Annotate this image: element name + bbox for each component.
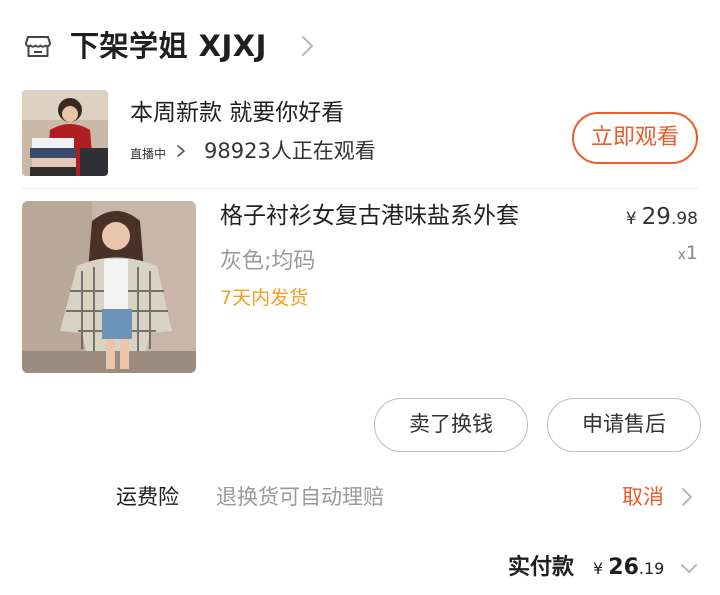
chevron-right-small-icon: [174, 141, 188, 161]
sell-button[interactable]: 卖了换钱: [374, 398, 528, 452]
product-title[interactable]: 格子衬衫女复古港味盐系外套: [220, 198, 519, 234]
shipping-insurance-label: 运费险: [116, 485, 179, 509]
product-variant: 灰色;均码: [220, 249, 316, 274]
viewer-count: 98923人正在观看: [204, 139, 376, 163]
store-name[interactable]: 下架学姐 XJXJ: [70, 24, 267, 68]
live-status-label: 直播中: [130, 147, 167, 161]
chevron-right-icon[interactable]: [296, 34, 318, 58]
shipping-notice: 7天内发货: [220, 287, 309, 309]
product-quantity: x1: [677, 242, 698, 264]
live-title: 本周新款 就要你好看: [130, 100, 345, 126]
after-sale-button[interactable]: 申请售后: [547, 398, 701, 452]
paid-amount: ¥ 26.19: [593, 555, 665, 580]
watch-now-button[interactable]: 立即观看: [572, 112, 698, 164]
product-price: ¥ 29.98: [625, 204, 698, 230]
shipping-insurance-description: 退换货可自动理赔: [216, 485, 384, 509]
store-icon: [24, 32, 52, 60]
product-image[interactable]: [22, 201, 196, 373]
divider: [22, 188, 698, 189]
chevron-right-icon[interactable]: [678, 485, 696, 509]
live-stream-thumbnail[interactable]: [22, 90, 108, 176]
cancel-insurance-link[interactable]: 取消: [622, 480, 664, 514]
paid-amount-label: 实付款: [508, 555, 575, 580]
chevron-down-icon[interactable]: [678, 560, 700, 578]
